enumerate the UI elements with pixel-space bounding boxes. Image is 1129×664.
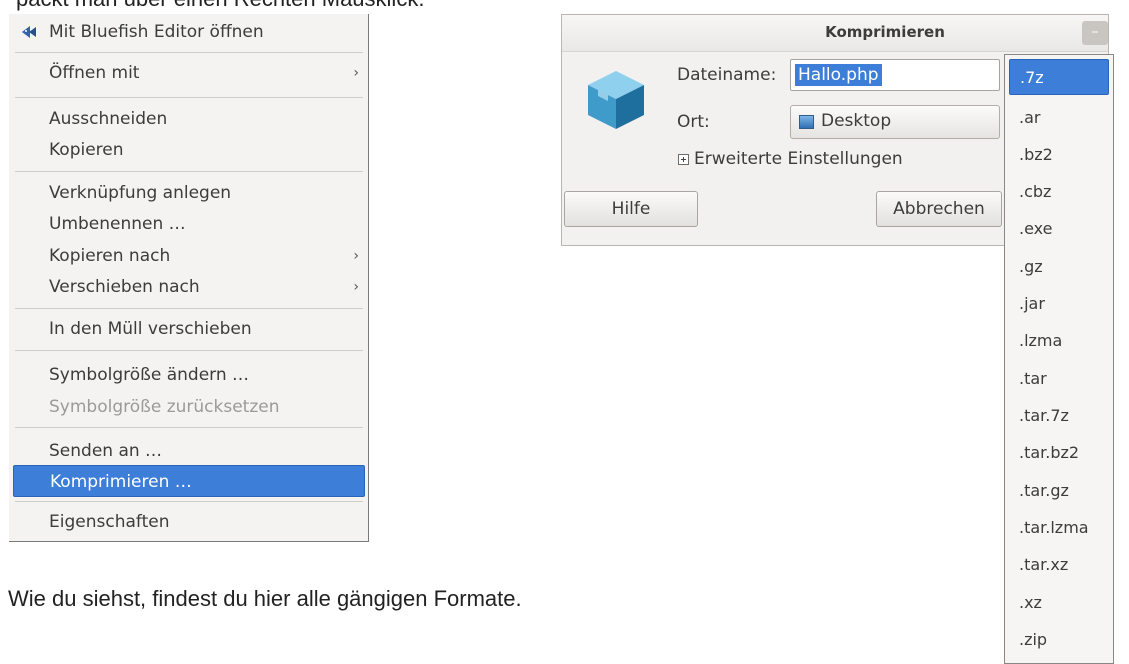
intro-caption: packt man über einen Rechten Mausklick. (16, 0, 424, 12)
format-option-tar[interactable]: .tar (1005, 361, 1113, 397)
menu-item-label: Ausschneiden (49, 109, 168, 129)
context-menu: Mit Bluefish Editor öffnen Öffnen mit › … (9, 14, 369, 542)
filename-label: Dateiname: (677, 65, 777, 85)
menu-separator (15, 350, 363, 351)
menu-item-rename[interactable]: Umbenennen … (9, 208, 369, 240)
location-combo[interactable]: Desktop (790, 105, 1000, 139)
filename-input[interactable]: Hallo.php (790, 59, 1000, 91)
desktop-icon (799, 115, 814, 129)
menu-item-label: Kopieren nach (49, 246, 171, 266)
menu-item-label: Senden an … (49, 441, 163, 461)
menu-item-move-to-trash[interactable]: In den Müll verschieben (9, 313, 369, 345)
menu-separator (15, 52, 363, 53)
format-option-bz2[interactable]: .bz2 (1005, 137, 1113, 173)
menu-separator (15, 97, 363, 98)
location-label: Ort: (677, 112, 710, 132)
menu-item-label: Umbenennen … (49, 214, 186, 234)
outro-caption: Wie du siehst, findest du hier alle gäng… (8, 586, 522, 611)
format-option-jar[interactable]: .jar (1005, 286, 1113, 322)
format-option-lzma[interactable]: .lzma (1005, 323, 1113, 359)
menu-item-label: Symbolgröße zurücksetzen (49, 397, 280, 417)
archive-package-icon (588, 71, 644, 129)
menu-item-copy[interactable]: Kopieren (9, 134, 369, 166)
format-option-tar-xz[interactable]: .tar.xz (1005, 547, 1113, 583)
menu-separator (15, 501, 363, 502)
help-button[interactable]: Hilfe (564, 191, 698, 227)
menu-separator (15, 171, 363, 172)
menu-item-compress[interactable]: Komprimieren … (13, 465, 365, 497)
format-option-zip[interactable]: .zip (1005, 622, 1113, 658)
dialog-title: Komprimieren (825, 23, 945, 41)
minimize-button[interactable]: – (1082, 21, 1108, 45)
menu-item-label: Kopieren (49, 140, 124, 160)
menu-item-properties[interactable]: Eigenschaften (9, 506, 369, 538)
menu-item-label: Eigenschaften (49, 512, 170, 532)
bluefish-icon (22, 26, 36, 38)
format-option-ar[interactable]: .ar (1005, 100, 1113, 136)
format-option-tar-gz[interactable]: .tar.gz (1005, 473, 1113, 509)
menu-item-label: Öffnen mit (49, 63, 140, 83)
format-option-tar-bz2[interactable]: .tar.bz2 (1005, 435, 1113, 471)
menu-item-copy-to[interactable]: Kopieren nach › (9, 240, 369, 272)
menu-item-label: Verschieben nach (49, 277, 200, 297)
menu-item-label: Komprimieren … (50, 472, 192, 492)
menu-separator (15, 427, 363, 428)
menu-item-cut[interactable]: Ausschneiden (9, 103, 369, 135)
submenu-arrow-icon: › (353, 279, 359, 295)
format-option-tar-7z[interactable]: .tar.7z (1005, 398, 1113, 434)
menu-separator (15, 308, 363, 309)
menu-item-resize-icon[interactable]: Symbolgröße ändern … (9, 359, 369, 391)
menu-item-reset-icon-size: Symbolgröße zurücksetzen (9, 391, 369, 423)
menu-item-open-with-bluefish[interactable]: Mit Bluefish Editor öffnen (9, 16, 369, 48)
format-option-gz[interactable]: .gz (1005, 249, 1113, 285)
expand-plus-icon[interactable] (678, 154, 689, 165)
location-value: Desktop (821, 111, 892, 131)
filename-value: Hallo.php (795, 64, 882, 86)
format-option-cbz[interactable]: .cbz (1005, 174, 1113, 210)
menu-item-label: Mit Bluefish Editor öffnen (49, 22, 264, 42)
menu-item-open-with[interactable]: Öffnen mit › (9, 57, 369, 89)
menu-item-label: Verknüpfung anlegen (49, 183, 232, 203)
menu-item-label: Symbolgröße ändern … (49, 365, 250, 385)
format-option-7z[interactable]: .7z (1009, 59, 1109, 95)
cancel-button[interactable]: Abbrechen (876, 191, 1002, 227)
menu-item-move-to[interactable]: Verschieben nach › (9, 271, 369, 303)
dialog-titlebar[interactable]: Komprimieren – (562, 15, 1108, 52)
format-option-exe[interactable]: .exe (1005, 211, 1113, 247)
submenu-arrow-icon: › (353, 248, 359, 264)
menu-item-send-to[interactable]: Senden an … (9, 435, 369, 467)
format-option-xz[interactable]: .xz (1005, 585, 1113, 621)
menu-item-label: In den Müll verschieben (49, 319, 252, 339)
submenu-arrow-icon: › (353, 65, 359, 81)
advanced-settings-expander[interactable]: Erweiterte Einstellungen (694, 149, 903, 169)
menu-item-create-link[interactable]: Verknüpfung anlegen (9, 177, 369, 209)
format-option-tar-lzma[interactable]: .tar.lzma (1005, 510, 1113, 546)
format-dropdown-list: .7z .ar .bz2 .cbz .exe .gz .jar .lzma .t… (1004, 54, 1114, 664)
